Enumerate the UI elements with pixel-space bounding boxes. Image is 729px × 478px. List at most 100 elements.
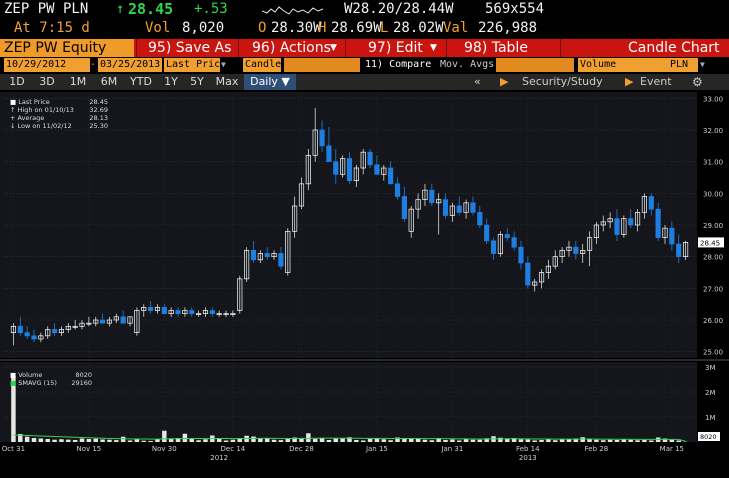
volume-bar [340,439,344,443]
volume-bar [580,437,584,442]
volume-bar [272,440,276,442]
x-tick-label: Jan 31 [440,445,463,453]
currency-dropdown-icon[interactable]: ▼ [700,58,705,72]
candle-body [574,247,578,253]
volume-bar [361,441,365,443]
quote-header-row-1: ZEP PW PLN ↑ 28.45 +.53 W28.20/28.44W 56… [0,0,729,19]
table-button[interactable]: 98) Table [464,39,528,57]
period-ytd[interactable]: YTD [126,74,156,90]
legend-high: 32.69 [89,106,108,114]
bid-ask: W28.20/28.44W [344,0,454,18]
price-tick-label: 28.00 [703,254,723,262]
volume-bar [217,439,221,442]
frequency-select[interactable]: Daily ▼ [244,74,296,90]
low-value: 28.02W [393,19,444,37]
candle-body [148,307,152,310]
candle-chart-svg[interactable]: 25.0026.0027.0028.0029.0030.0031.0032.00… [0,92,729,474]
last-price-tag: 28.45 [700,239,720,247]
actions-dropdown-icon[interactable]: ▼ [330,39,337,57]
volume-bar [52,440,56,442]
price-field-dropdown-icon[interactable]: ▼ [221,58,226,72]
volume-bar [443,440,447,442]
legend-low-label: Low on 11/02/12 [18,122,72,130]
edit-button[interactable]: 97) Edit [368,39,423,57]
volume-bar [251,437,255,443]
period-3d[interactable]: 3D [36,74,58,90]
currency-select[interactable]: PLN [668,58,698,72]
volume-bar [279,440,283,442]
volume-bar [258,439,262,443]
volume-bar [203,439,207,442]
candle-body [210,311,214,314]
volume-bar [231,440,235,442]
volume-bar [196,440,200,442]
event-button[interactable]: Event [640,74,672,90]
start-date-field[interactable]: 10/29/2012 [4,58,90,72]
volume-bar [539,440,543,442]
moving-averages-label[interactable]: Mov. Avgs [440,58,494,72]
volume-bar [478,440,482,442]
volume-label: Vol [145,19,170,37]
legend-smavg: 29160 [71,379,92,387]
volume-bar [368,439,372,442]
legend-last-price-label: Last Price [18,98,49,106]
candle-body [18,326,22,332]
date-separator: - [90,58,96,72]
volume-bar [87,439,91,442]
collapse-panel-button[interactable]: « [474,74,481,90]
volume-bar [39,439,43,443]
candle-body [670,228,674,244]
chart-type-select[interactable]: Candle [243,58,281,72]
period-1m[interactable]: 1M [66,74,90,90]
candle-body [430,190,434,203]
price-tick-label: 27.00 [703,285,723,293]
legend-volume: 8020 [75,371,92,379]
volume-bar [162,431,166,442]
toolbar-divider [560,39,561,57]
candle-body [25,333,29,336]
security-field[interactable]: ZEP PW Equity [0,39,134,57]
candle-body [484,225,488,241]
price-field-select[interactable]: Last Price [164,58,220,72]
moving-averages-field[interactable] [496,58,574,72]
security-study-button[interactable]: Security/Study [522,74,603,90]
legend-average: 28.13 [89,114,108,122]
volume-field-select[interactable]: Volume [578,58,668,72]
period-1y[interactable]: 1Y [160,74,182,90]
candle-body [649,197,653,210]
candle-body [519,247,523,263]
toolbar-divider [238,39,239,57]
gear-icon[interactable]: ⚙ [692,74,703,90]
high-value: 28.69W [331,19,382,37]
save-as-button[interactable]: 95) Save As [148,39,231,57]
volume-bar [519,439,523,442]
volume-bar [354,440,358,442]
volume-bar [148,441,152,442]
open-label: O [258,19,266,37]
volume-bar [409,439,413,442]
candle-body [176,311,180,314]
volume-bar [382,439,386,442]
compare-button[interactable]: 11) Compare [365,58,431,72]
candle-body [190,311,194,314]
period-max[interactable]: Max [213,74,241,90]
period-6m[interactable]: 6M [97,74,121,90]
candle-body [512,238,516,248]
volume-tick-label: 3M [705,364,716,372]
volume-bar [601,440,605,442]
volume-bar [59,439,63,442]
actions-button[interactable]: 96) Actions [252,39,331,57]
toolbar-divider [136,39,137,57]
period-1d[interactable]: 1D [6,74,28,90]
edit-dropdown-icon[interactable]: ▼ [430,39,437,57]
volume-tick-label: 2M [705,389,716,397]
candle-body [676,244,680,257]
volume-bar [608,440,612,442]
end-date-field[interactable]: 03/25/2013 [98,58,162,72]
candle-body [443,200,447,216]
price-tick-label: 32.00 [703,127,723,135]
candle-body [491,241,495,254]
period-5y[interactable]: 5Y [186,74,208,90]
volume-bar [587,440,591,443]
volume-bar [670,440,674,442]
